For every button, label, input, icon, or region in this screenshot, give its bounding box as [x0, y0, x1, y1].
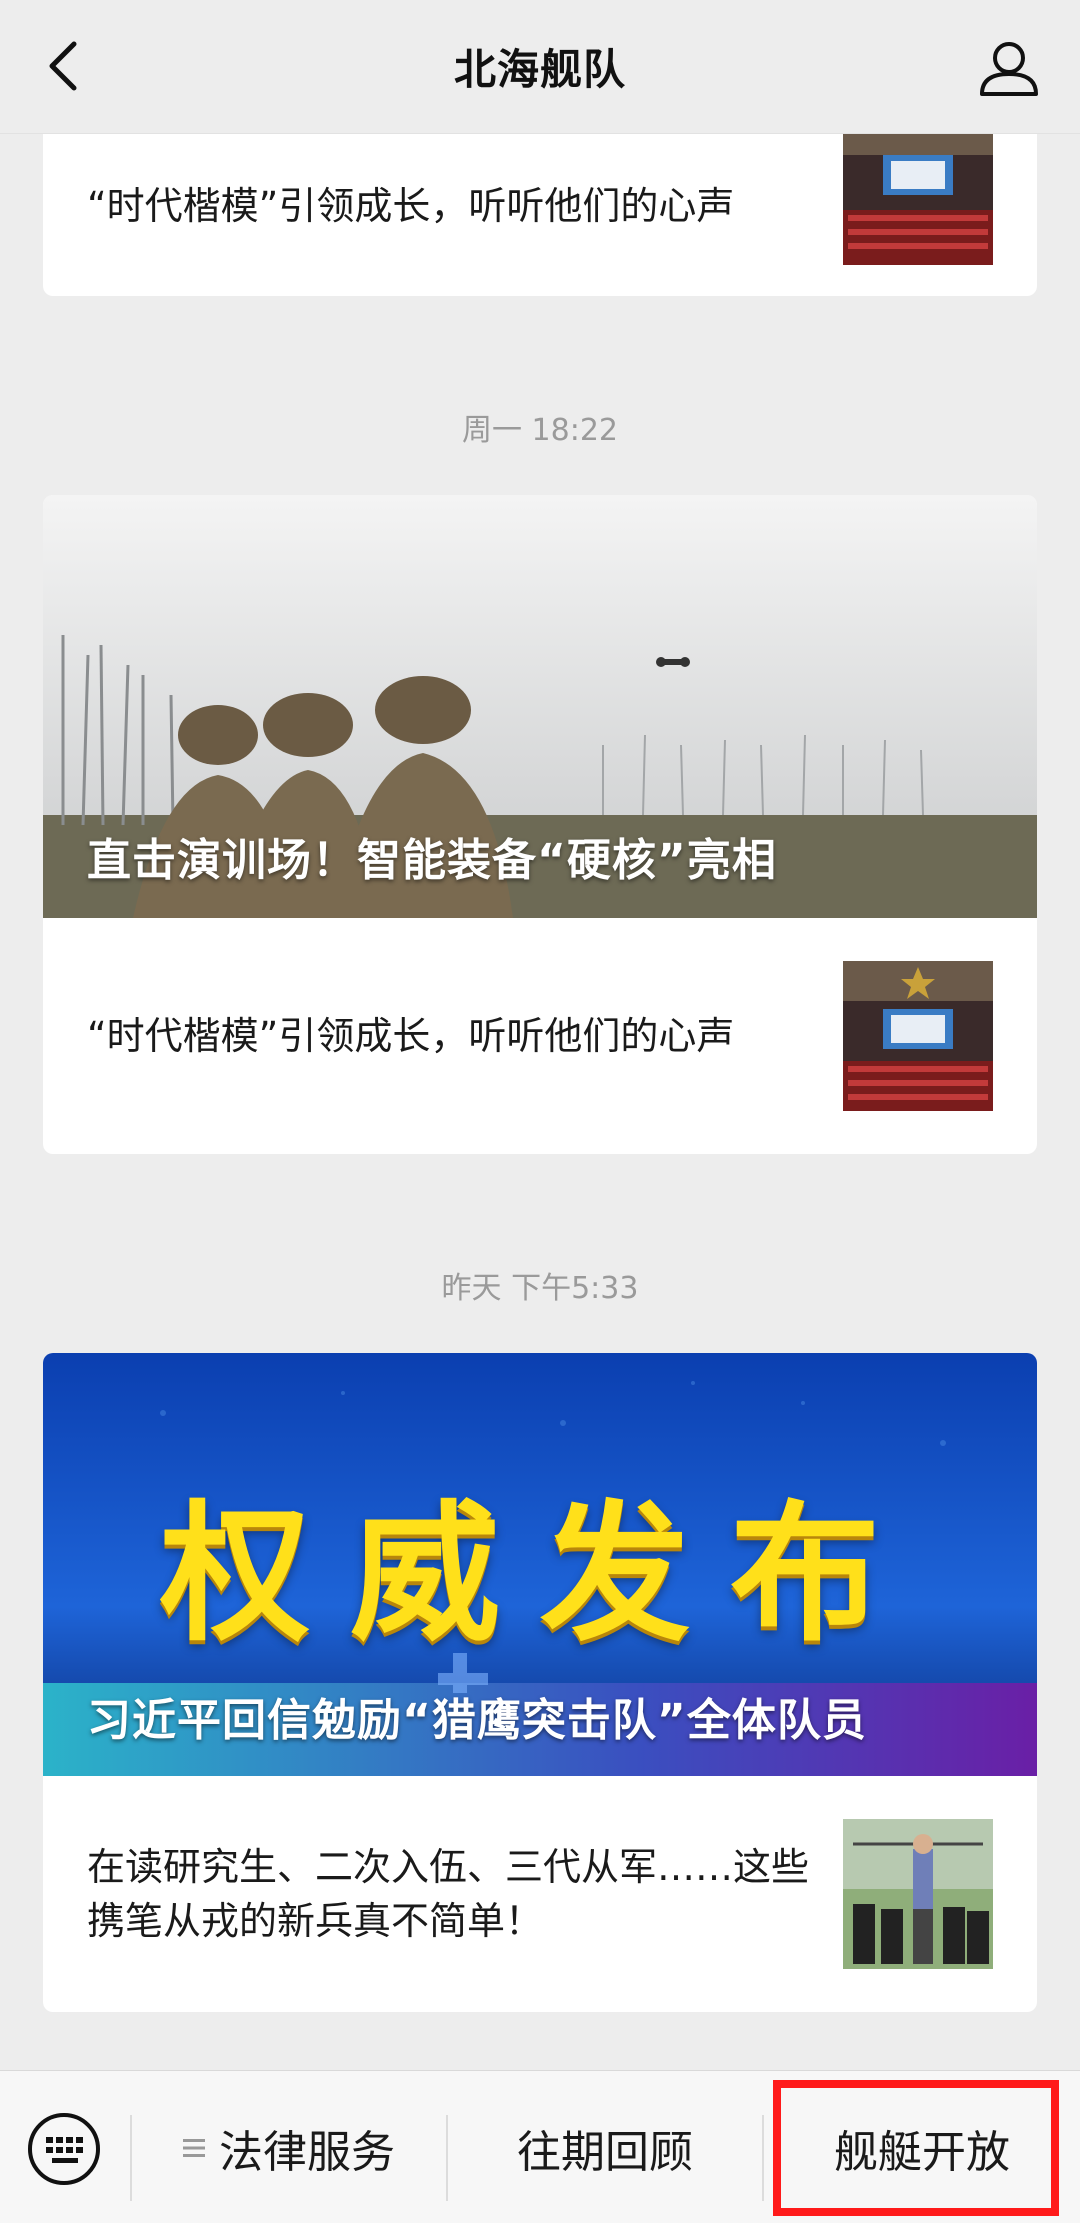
banner-headline: 权威发布	[159, 1488, 920, 1662]
keyboard-icon[interactable]	[26, 2111, 102, 2187]
navigation-bar: 北海舰队	[0, 0, 1080, 134]
article-feed[interactable]: “时代楷模”引领成长，听听他们的心声 周一 18:22 直击演训场！智能装备“硬…	[0, 0, 1080, 2070]
app-screen: “时代楷模”引领成长，听听他们的心声 周一 18:22 直击演训场！智能装备“硬…	[0, 0, 1080, 2223]
menu-item-legal-services[interactable]: 法律服务	[132, 2071, 446, 2223]
hero-article-title[interactable]: 直击演训场！智能装备“硬核”亮相	[87, 824, 777, 888]
menu-item-ship-open-day[interactable]: 舰艇开放	[764, 2071, 1080, 2223]
article-item[interactable]: “时代楷模”引领成长，听听他们的心声	[43, 918, 1037, 1154]
timestamp: 周一 18:22	[462, 413, 618, 448]
profile-icon[interactable]	[974, 36, 1044, 100]
article-thumbnail-auditorium[interactable]	[843, 961, 993, 1111]
back-arrow-icon[interactable]	[36, 36, 96, 96]
article-card[interactable]: 直击演训场！智能装备“硬核”亮相 “时代楷模”引领成长，听听他们的心声	[43, 495, 1037, 1154]
hero-article[interactable]: 权威发布 习近平回信勉励“猎鹰突击队”全体队员	[43, 1353, 1037, 1776]
article-card[interactable]: 权威发布 习近平回信勉励“猎鹰突击队”全体队员 在读研究生、二次入伍、三代从军……	[43, 1353, 1037, 2012]
menu-item-label: 法律服务	[219, 2126, 395, 2178]
menu-item-label: 舰艇开放	[834, 2126, 1010, 2178]
page-title: 北海舰队	[453, 45, 626, 94]
article-title[interactable]: “时代楷模”引领成长，听听他们的心声	[87, 179, 817, 233]
hero-article[interactable]: 直击演训场！智能装备“硬核”亮相	[43, 495, 1037, 918]
article-title[interactable]: “时代楷模”引领成长，听听他们的心声	[87, 1009, 817, 1063]
article-item[interactable]: 在读研究生、二次入伍、三代从军……这些携笔从戎的新兵真不简单！	[43, 1776, 1037, 2012]
hero-article-title[interactable]: 习近平回信勉励“猎鹰突击队”全体队员	[87, 1684, 867, 1748]
article-title[interactable]: 在读研究生、二次入伍、三代从军……这些携笔从戎的新兵真不简单！	[87, 1840, 817, 1948]
menu-lines-icon	[183, 2138, 205, 2157]
article-thumbnail-recruits[interactable]	[843, 1819, 993, 1969]
menu-item-past-issues[interactable]: 往期回顾	[448, 2071, 762, 2223]
article-thumbnail-auditorium[interactable]	[843, 115, 993, 265]
bottom-menu-bar: 法律服务 往期回顾 舰艇开放	[0, 2070, 1080, 2223]
timestamp: 昨天 下午5:33	[441, 1271, 639, 1306]
menu-item-label: 往期回顾	[517, 2126, 693, 2178]
